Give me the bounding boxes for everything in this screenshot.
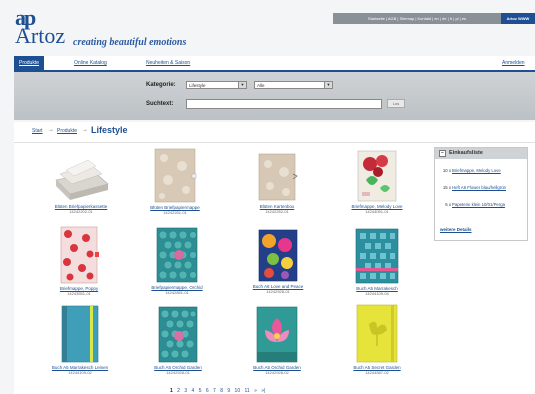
category-select[interactable]: Lifestyle ▼ — [186, 81, 247, 89]
main-nav: Produkte Online Katalog Neuheiten & Sais… — [14, 56, 535, 72]
page-link[interactable]: 8 — [220, 388, 223, 394]
product-card[interactable]: Buch A5 Marrakesch 14244109-04 — [334, 228, 420, 296]
product-image[interactable] — [58, 226, 100, 284]
page-link[interactable]: 7 — [213, 388, 216, 394]
product-sku: 14244109-02 — [68, 370, 92, 375]
product-image[interactable] — [60, 305, 100, 363]
product-card[interactable]: Blüten Briefpapierkassette 14242202-01 — [38, 150, 124, 214]
breadcrumb-current: Lifestyle — [91, 125, 128, 135]
page-link[interactable]: 10 — [235, 388, 241, 394]
page-link[interactable]: 3 — [184, 388, 187, 394]
product-image[interactable] — [354, 228, 400, 284]
product-sku: 14244109-04 — [365, 291, 389, 296]
subcategory-select[interactable]: Alle ▼ — [254, 81, 333, 89]
product-sku: 14242252-01 — [265, 209, 289, 214]
page: Startseite | AGB | Sitemap | Kontakt | e… — [0, 0, 535, 394]
tagline: creating beautiful emotions — [73, 37, 187, 48]
subcategory-select-value: Alle — [257, 83, 265, 88]
chevron-down-icon: ▼ — [324, 82, 332, 88]
breadcrumb-arrow: → — [82, 127, 88, 133]
cart-item-link[interactable]: Papeterie klein 10/01/Perga — [452, 202, 512, 208]
shopping-list-header[interactable]: − Einkaufsliste — [435, 148, 527, 159]
product-sku: 14244587-02 — [365, 370, 389, 375]
breadcrumb: Start → Produkte → Lifestyle — [14, 122, 535, 143]
category-label: Kategorie: — [146, 82, 176, 88]
cart-item-link[interactable]: Heft A6 Flower blau/hellgrün — [452, 185, 512, 191]
page-last[interactable]: »| — [261, 388, 265, 394]
product-card[interactable]: Blüten Kartenbox 14242252-01 — [234, 152, 320, 214]
search-button[interactable]: Los — [387, 99, 405, 108]
search-label: Suchtext: — [146, 101, 174, 107]
nav-login[interactable]: Anmelden — [502, 56, 525, 70]
chevron-down-icon: ▼ — [238, 82, 246, 88]
logo[interactable]: ap Artoz — [15, 7, 66, 48]
product-image[interactable] — [355, 304, 399, 363]
product-card[interactable]: Buch A5 Orchid Garden 14242928-01 — [135, 306, 221, 375]
page-link[interactable]: 2 — [177, 388, 180, 394]
page-link[interactable]: 5 — [199, 388, 202, 394]
product-sku: 14242928-01 — [166, 370, 190, 375]
filter-bar — [14, 72, 535, 120]
product-sku: 14242928-01 — [266, 289, 290, 294]
page-link[interactable]: 6 — [206, 388, 209, 394]
product-image[interactable] — [356, 150, 398, 202]
cart-item-qty: 10 x — [442, 168, 451, 173]
shopping-list-title: Einkaufsliste — [449, 150, 483, 156]
category-select-value: Lifestyle — [189, 83, 206, 88]
cart-item-qty: 15 x — [442, 185, 451, 190]
search-input[interactable] — [186, 99, 382, 109]
nav-online-catalog[interactable]: Online Katalog — [74, 56, 107, 70]
product-card[interactable]: Briefpapiermappe, Orchid 14242851-01 — [134, 227, 220, 295]
breadcrumb-products[interactable]: Produkte — [57, 128, 77, 134]
logo-name: Artoz — [15, 23, 66, 48]
cart-item: 15 xHeft A6 Flower blau/hellgrün — [439, 185, 512, 191]
product-sku: 14242202-01 — [69, 209, 93, 214]
product-sku: 14243551-01 — [67, 291, 91, 296]
product-image[interactable] — [155, 227, 199, 283]
product-image[interactable] — [50, 150, 112, 202]
product-card[interactable]: Buch A5 Orchid Garden 14242928-02 — [234, 306, 320, 375]
page-link[interactable]: 4 — [192, 388, 195, 394]
top-links[interactable]: Startseite | AGB | Sitemap | Kontakt | e… — [333, 13, 501, 24]
pagination: 1 2 3 4 5 6 7 8 9 10 11 » »| — [170, 388, 268, 394]
product-card[interactable]: Buch A5 Secret Garden 14244587-02 — [334, 304, 420, 375]
shopping-list-panel: − Einkaufsliste 10 xBriefmappe, Melody Lo… — [434, 147, 528, 241]
cart-item-link[interactable]: Briefmappe, Melody Love — [452, 168, 512, 174]
product-image[interactable] — [257, 229, 299, 282]
nav-news-season[interactable]: Neuheiten & Saison — [146, 56, 190, 70]
product-card[interactable]: Briefmappe, Poppy 14243551-01 — [36, 226, 122, 296]
breadcrumb-start[interactable]: Start — [32, 128, 43, 134]
page-current: 1 — [170, 388, 173, 394]
product-card[interactable]: Buch A6 Love and Peace 14242928-01 — [235, 229, 321, 294]
product-image[interactable] — [157, 306, 199, 363]
cart-item: 5 xPapeterie klein 10/01/Perga — [439, 202, 512, 208]
top-utility-bar: Startseite | AGB | Sitemap | Kontakt | e… — [333, 13, 535, 24]
collapse-icon[interactable]: − — [439, 150, 446, 157]
cart-item: 10 xBriefmappe, Melody Love — [439, 168, 512, 174]
breadcrumb-arrow: → — [48, 127, 54, 133]
product-card[interactable]: Buch A5 Marrakesch Leinen 14244109-02 — [37, 305, 123, 375]
product-card[interactable]: Blüten Briefpapiermappe 14242251-01 — [132, 148, 218, 215]
product-card[interactable]: Briefmappe, Melody Love 14244051-01 — [334, 150, 420, 214]
top-brand-link[interactable]: Artoz WWW — [501, 13, 535, 24]
nav-products[interactable]: Produkte — [14, 56, 45, 70]
product-sku: 14242251-01 — [163, 210, 187, 215]
page-link[interactable]: 11 — [245, 388, 250, 394]
product-sku: 14242851-01 — [165, 290, 189, 295]
cart-item-qty: 5 x — [445, 202, 451, 207]
page-link[interactable]: 9 — [227, 388, 230, 394]
page-next[interactable]: » — [254, 388, 257, 394]
product-image[interactable] — [255, 306, 299, 363]
more-details-link[interactable]: weitere Details — [440, 227, 472, 232]
product-image[interactable] — [152, 148, 198, 203]
product-image[interactable] — [256, 152, 298, 202]
product-sku: 14244051-01 — [365, 209, 389, 214]
product-sku: 14242928-02 — [265, 370, 289, 375]
